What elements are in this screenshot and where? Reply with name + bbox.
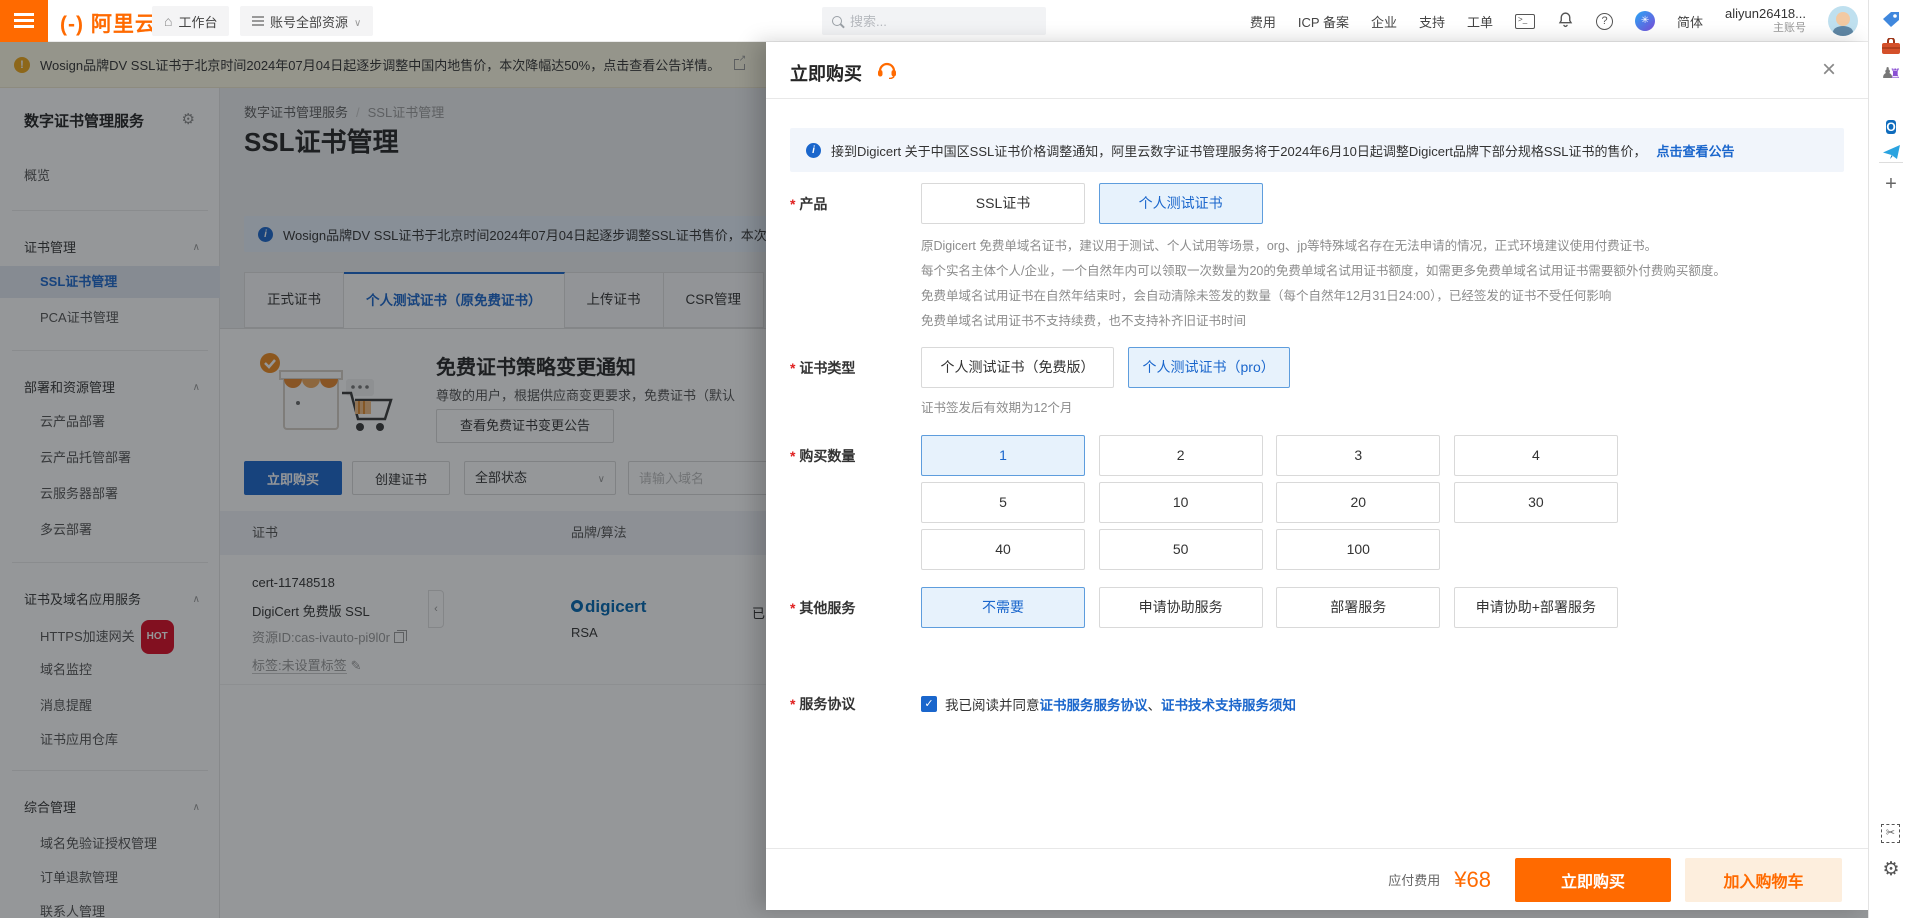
account-info[interactable]: aliyun26418... 主账号 [1725, 6, 1806, 36]
add-extension-icon[interactable] [1881, 174, 1901, 194]
product-label: 产品 [790, 194, 827, 214]
top-nav: 阿里云 工作台 账号全部资源 费用 ICP 备案 企业 支持 工单 简体 ali… [0, 0, 1868, 42]
dialog-notice-text: 接到Digicert 关于中国区SSL证书价格调整通知，阿里云数字证书管理服务将… [831, 141, 1647, 160]
quantity-options: 1 2 3 4 5 10 20 30 40 50 100 [921, 435, 1801, 576]
dialog-notice: 接到Digicert 关于中国区SSL证书价格调整通知，阿里云数字证书管理服务将… [790, 128, 1844, 172]
quantity-option-10[interactable]: 10 [1099, 482, 1263, 523]
chess-icon[interactable]: ♟♜ [1881, 64, 1901, 84]
language-switch[interactable]: 简体 [1677, 12, 1703, 31]
divider [766, 98, 1868, 99]
other-services-options: 不需要 申请协助服务 部署服务 申请协助+部署服务 [921, 587, 1628, 634]
nav-item-billing[interactable]: 费用 [1250, 12, 1276, 31]
quantity-option-50[interactable]: 50 [1099, 529, 1263, 570]
agreement-label: 服务协议 [790, 694, 855, 714]
fee-amount: ¥68 [1454, 867, 1491, 893]
quantity-option-2[interactable]: 2 [1099, 435, 1263, 476]
all-resources-button[interactable]: 账号全部资源 [240, 6, 373, 36]
validity-note: 证书签发后有效期为12个月 [921, 397, 1072, 416]
search-input[interactable] [850, 14, 1010, 29]
quantity-label: 购买数量 [790, 446, 855, 466]
quantity-option-20[interactable]: 20 [1276, 482, 1440, 523]
cert-type-label: 证书类型 [790, 358, 855, 378]
quantity-option-5[interactable]: 5 [921, 482, 1085, 523]
other-services-label: 其他服务 [790, 598, 855, 618]
option-ssl-cert[interactable]: SSL证书 [921, 183, 1085, 224]
help-icon[interactable] [1596, 13, 1613, 30]
dialog-footer: 应付费用 ¥68 立即购买 加入购物车 [766, 848, 1868, 910]
account-name: aliyun26418... [1725, 6, 1806, 22]
nav-item-support[interactable]: 支持 [1419, 12, 1445, 31]
info-icon [806, 143, 821, 158]
option-assist-deploy-service[interactable]: 申请协助+部署服务 [1454, 587, 1618, 628]
close-icon[interactable] [1822, 56, 1836, 84]
divider [1879, 162, 1903, 163]
resource-list-icon [252, 16, 264, 26]
nav-item-tickets[interactable]: 工单 [1467, 12, 1493, 31]
screenshot-icon[interactable] [1881, 824, 1900, 843]
dialog-buy-now-button[interactable]: 立即购买 [1515, 858, 1671, 902]
nav-item-enterprise[interactable]: 企业 [1371, 12, 1397, 31]
headset-support-icon[interactable] [876, 60, 898, 82]
view-announcement-link[interactable]: 点击查看公告 [1657, 141, 1735, 160]
office-loop-icon[interactable] [1881, 92, 1901, 112]
chevron-down-icon [354, 14, 361, 29]
quantity-option-30[interactable]: 30 [1454, 482, 1618, 523]
service-agreement-link[interactable]: 证书服务服务协议 [1040, 698, 1148, 713]
option-no-service[interactable]: 不需要 [921, 587, 1085, 628]
quantity-option-3[interactable]: 3 [1276, 435, 1440, 476]
purchase-dialog: 立即购买 接到Digicert 关于中国区SSL证书价格调整通知，阿里云数字证书… [766, 42, 1868, 910]
bell-icon[interactable] [1557, 11, 1574, 31]
rewards-icon[interactable] [1635, 11, 1655, 31]
alibaba-cloud-logo[interactable]: 阿里云 [60, 8, 157, 38]
logo-text: 阿里云 [91, 13, 157, 36]
workbench-button[interactable]: 工作台 [152, 6, 229, 36]
quantity-option-1[interactable]: 1 [921, 435, 1085, 476]
quantity-option-100[interactable]: 100 [1276, 529, 1440, 570]
option-deploy-service[interactable]: 部署服务 [1276, 587, 1440, 628]
home-icon [164, 13, 172, 29]
browser-side-strip: ♟♜ [1868, 0, 1912, 918]
option-free-version[interactable]: 个人测试证书（免费版） [921, 347, 1114, 388]
toolbox-icon[interactable] [1881, 38, 1901, 58]
dialog-title: 立即购买 [790, 60, 862, 86]
telegram-icon[interactable] [1881, 144, 1901, 164]
product-options: SSL证书 个人测试证书 [921, 183, 1273, 230]
add-to-cart-button[interactable]: 加入购物车 [1685, 858, 1842, 902]
option-personal-test-cert[interactable]: 个人测试证书 [1099, 183, 1263, 224]
cert-type-options: 个人测试证书（免费版） 个人测试证书（pro） [921, 347, 1300, 394]
quantity-option-40[interactable]: 40 [921, 529, 1085, 570]
avatar[interactable] [1828, 6, 1858, 36]
search-icon [832, 16, 842, 26]
cloudshell-icon[interactable] [1515, 14, 1535, 29]
hamburger-menu-icon[interactable] [0, 0, 48, 42]
agreement-checkbox[interactable] [921, 696, 937, 712]
outlook-icon[interactable] [1881, 118, 1901, 138]
nav-item-icp[interactable]: ICP 备案 [1298, 12, 1349, 31]
agreement-row: 我已阅读并同意 证书服务服务协议、证书技术支持服务须知 [921, 694, 1296, 714]
all-resources-label: 账号全部资源 [270, 12, 348, 31]
agreement-text: 我已阅读并同意 [945, 694, 1040, 714]
option-assist-service[interactable]: 申请协助服务 [1099, 587, 1263, 628]
tag-icon[interactable] [1881, 10, 1901, 30]
product-desc: 原Digicert 免费单域名证书，建议用于测试、个人试用等场景，org、jp等… [921, 234, 1726, 334]
option-pro-version[interactable]: 个人测试证书（pro） [1128, 347, 1290, 388]
settings-gear-icon[interactable] [1881, 860, 1901, 880]
global-search[interactable] [822, 7, 1046, 35]
account-type: 主账号 [1725, 22, 1806, 36]
quantity-option-4[interactable]: 4 [1454, 435, 1618, 476]
workbench-label: 工作台 [178, 12, 217, 31]
tech-support-notice-link[interactable]: 证书技术支持服务须知 [1161, 698, 1296, 713]
fee-label: 应付费用 [1388, 870, 1440, 889]
